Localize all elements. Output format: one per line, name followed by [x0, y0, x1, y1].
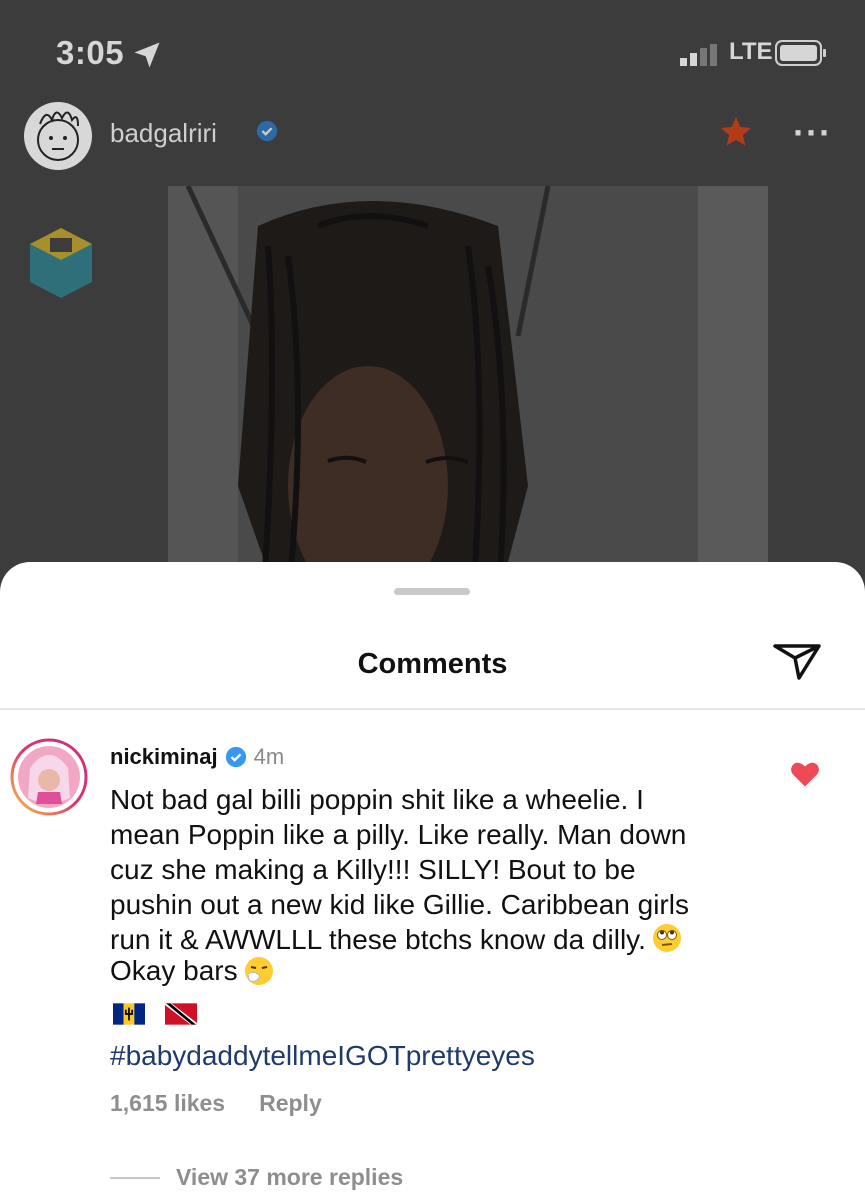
barbados-flag-icon — [113, 1003, 145, 1025]
view-replies-row[interactable]: View 37 more replies — [110, 1164, 403, 1191]
trinidad-tobago-flag-icon — [165, 1003, 197, 1025]
eye-roll-emoji-icon — [652, 924, 681, 952]
liked-heart-icon[interactable] — [790, 760, 820, 788]
comment-time: 4m — [253, 744, 285, 769]
sheet-divider — [0, 708, 865, 710]
comment-text: Not bad gal billi poppin shit like a whe… — [110, 782, 790, 957]
reply-button[interactable]: Reply — [259, 1090, 322, 1117]
sneezing-face-emoji-icon — [244, 957, 273, 985]
replies-divider — [110, 1176, 160, 1179]
verified-badge-icon — [256, 120, 278, 142]
flag-emojis — [113, 1003, 197, 1029]
view-replies-button[interactable]: View 37 more replies — [176, 1164, 403, 1191]
comment-line: Not bad gal billi poppin shit like a whe… — [110, 784, 644, 815]
comment-line: run it & AWWLLL these btchs know da dill… — [110, 924, 646, 955]
comment-line: pushin out a new kid like Gillie. Caribb… — [110, 889, 689, 920]
comment-meta: 1,615 likes Reply — [110, 1090, 322, 1117]
likes-count[interactable]: 1,615 likes — [110, 1090, 225, 1117]
signal-bars-icon — [680, 44, 717, 66]
post-photo — [168, 186, 768, 600]
comment-second-line: Okay bars — [110, 955, 274, 987]
sheet-title: Comments — [357, 648, 508, 680]
comment-line-last: run it & AWWLLL these btchs know da dill… — [110, 922, 790, 957]
comment-line: cuz she making a Killy!!! SILLY! Bout to… — [110, 854, 636, 885]
post-username[interactable]: badgalriri — [110, 118, 217, 149]
battery-icon — [775, 40, 826, 66]
location-arrow-icon — [134, 42, 160, 68]
status-time: 3:05 — [56, 34, 125, 71]
network-label: LTE — [729, 38, 773, 65]
hashtag-link[interactable]: #babydaddytellmeIGOTprettyeyes — [110, 1040, 535, 1072]
status-bar: 3:05 LTE — [0, 0, 865, 95]
channel-logo — [30, 228, 92, 298]
comment-username[interactable]: nickiminaj — [110, 744, 218, 770]
profile-avatar[interactable] — [22, 100, 94, 172]
sheet-grabber[interactable] — [394, 588, 470, 595]
comment-line: mean Poppin like a pilly. Like really. M… — [110, 819, 687, 850]
comment-okay-bars: Okay bars — [110, 955, 238, 986]
send-icon[interactable] — [771, 638, 823, 682]
verified-badge-icon — [225, 746, 246, 768]
comment-avatar[interactable] — [10, 738, 88, 816]
comment-header: nickiminaj 4m — [110, 742, 284, 772]
more-dots-icon[interactable]: ··· — [793, 112, 832, 154]
favorite-star-icon[interactable] — [718, 114, 754, 150]
